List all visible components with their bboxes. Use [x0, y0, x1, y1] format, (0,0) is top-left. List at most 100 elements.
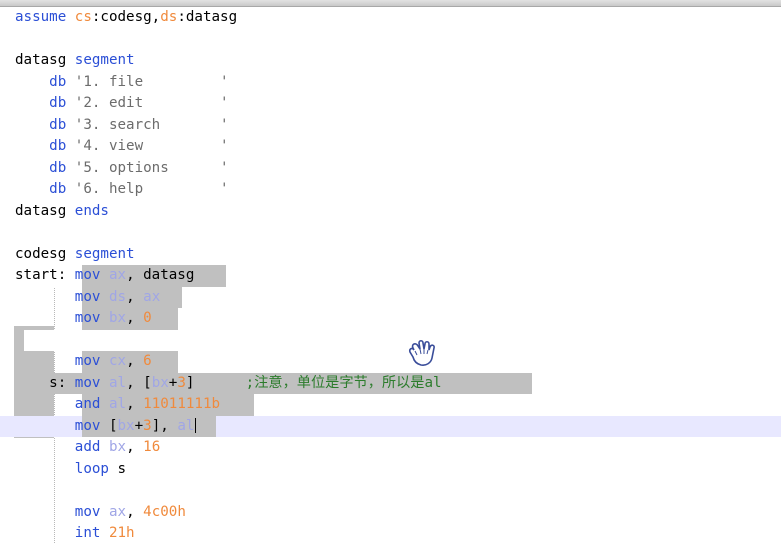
- code-token: 16: [143, 439, 161, 455]
- code-token: , [: [126, 374, 152, 391]
- code-token: '2. edit ': [74, 95, 229, 111]
- code-text: loop s: [15, 459, 126, 481]
- code-text: db '1. file ': [15, 72, 229, 94]
- code-text: start: mov ax, datasg: [15, 265, 194, 287]
- code-line[interactable]: assume cs:codesg,ds:datasg: [0, 7, 781, 29]
- code-token: ,: [126, 310, 144, 326]
- code-text: mov ds, ax: [15, 287, 160, 309]
- code-token: segment: [74, 245, 135, 262]
- code-line[interactable]: s: mov al, [bx+3] ;注意，单位是字节，所以是al: [0, 372, 781, 395]
- code-line[interactable]: mov bx, 0: [0, 308, 781, 330]
- code-token: :codesg,: [91, 9, 161, 25]
- code-line[interactable]: add bx, 16: [0, 437, 781, 459]
- code-token: db: [49, 73, 75, 90]
- code-token: s:: [15, 374, 75, 391]
- code-line[interactable]: loop s: [0, 459, 781, 481]
- code-text: db '6. help ': [15, 179, 228, 201]
- code-token: ]: [185, 374, 246, 391]
- code-text: datasg ends: [15, 201, 109, 223]
- code-line[interactable]: mov ax, 4c00h: [0, 502, 781, 524]
- code-token: db: [49, 116, 75, 133]
- code-token: cx: [108, 353, 127, 369]
- code-token: ,: [126, 396, 144, 412]
- code-line[interactable]: and al, 11011111b: [0, 394, 781, 416]
- code-token: 6: [143, 353, 152, 369]
- code-token: add: [74, 439, 109, 455]
- code-line[interactable]: db '1. file ': [0, 72, 781, 94]
- code-line[interactable]: mov cx, 6: [0, 351, 781, 373]
- code-text: assume cs:codesg,ds:datasg: [15, 7, 237, 29]
- code-token: ends: [74, 202, 109, 219]
- code-line[interactable]: [0, 222, 781, 244]
- code-token: ,: [126, 353, 144, 369]
- code-token: cs: [74, 9, 92, 25]
- code-token: [: [108, 417, 118, 434]
- code-token: ],: [151, 417, 178, 434]
- code-token: mov: [74, 310, 109, 326]
- code-token: db: [49, 159, 75, 176]
- code-token: , datasg: [126, 267, 195, 283]
- code-line[interactable]: [0, 29, 781, 51]
- code-token: bx: [108, 439, 127, 455]
- code-line[interactable]: datasg segment: [0, 50, 781, 72]
- code-token: db: [49, 181, 75, 197]
- code-token: codesg: [15, 245, 75, 262]
- code-token: 0: [143, 310, 152, 326]
- code-token: mov: [74, 374, 109, 391]
- code-text: and al, 11011111b: [15, 394, 220, 416]
- window-top-border: [0, 0, 781, 7]
- code-line[interactable]: start: mov ax, datasg: [0, 265, 781, 287]
- code-token: ,: [126, 288, 144, 305]
- text-cursor: [195, 418, 197, 433]
- code-line[interactable]: db '4. view ': [0, 136, 781, 158]
- code-text: mov [bx+3], al: [15, 416, 197, 438]
- code-token: 11011111b: [143, 396, 221, 412]
- code-line[interactable]: [0, 480, 781, 502]
- code-token: and: [74, 396, 109, 412]
- code-text: db '4. view ': [15, 136, 229, 158]
- code-token: '1. file ': [74, 73, 229, 90]
- code-token: segment: [74, 52, 135, 68]
- code-token: ax: [108, 267, 127, 283]
- code-token: datasg: [15, 52, 75, 68]
- code-line[interactable]: db '5. options ': [0, 158, 781, 180]
- code-token: loop: [74, 460, 118, 477]
- code-line[interactable]: db '2. edit ': [0, 93, 781, 115]
- code-line[interactable]: int 21h: [0, 523, 781, 545]
- code-line[interactable]: codesg segment: [0, 244, 781, 266]
- hand-pointer-icon: [407, 338, 439, 368]
- code-token: mov: [74, 288, 109, 305]
- code-line[interactable]: datasg ends: [0, 201, 781, 223]
- code-token: '4. view ': [74, 138, 229, 154]
- selection-gap: [24, 329, 781, 351]
- code-token: mov: [74, 267, 109, 283]
- code-token: al: [108, 396, 127, 412]
- code-text: codesg segment: [15, 244, 135, 266]
- code-token: ,: [126, 439, 144, 455]
- code-token: datasg: [15, 202, 75, 219]
- code-token: ds: [160, 9, 178, 25]
- code-token: db: [49, 95, 75, 111]
- code-line[interactable]: db '3. search ': [0, 115, 781, 137]
- code-token: bx: [117, 417, 135, 434]
- code-line[interactable]: mov ds, ax: [0, 286, 781, 309]
- code-text: s: mov al, [bx+3] ;注意，单位是字节，所以是al: [15, 373, 441, 395]
- code-text: mov bx, 0: [15, 308, 152, 330]
- code-line[interactable]: mov [bx+3], al: [0, 415, 781, 438]
- code-token: s: [117, 460, 127, 477]
- code-token: mov: [74, 503, 109, 520]
- code-editor[interactable]: assume cs:codesg,ds:datasg datasg segment…: [0, 7, 781, 543]
- code-token: assume: [15, 9, 75, 25]
- code-text: mov ax, 4c00h: [15, 502, 186, 524]
- code-token: mov: [74, 353, 109, 369]
- code-line[interactable]: db '6. help ': [0, 179, 781, 201]
